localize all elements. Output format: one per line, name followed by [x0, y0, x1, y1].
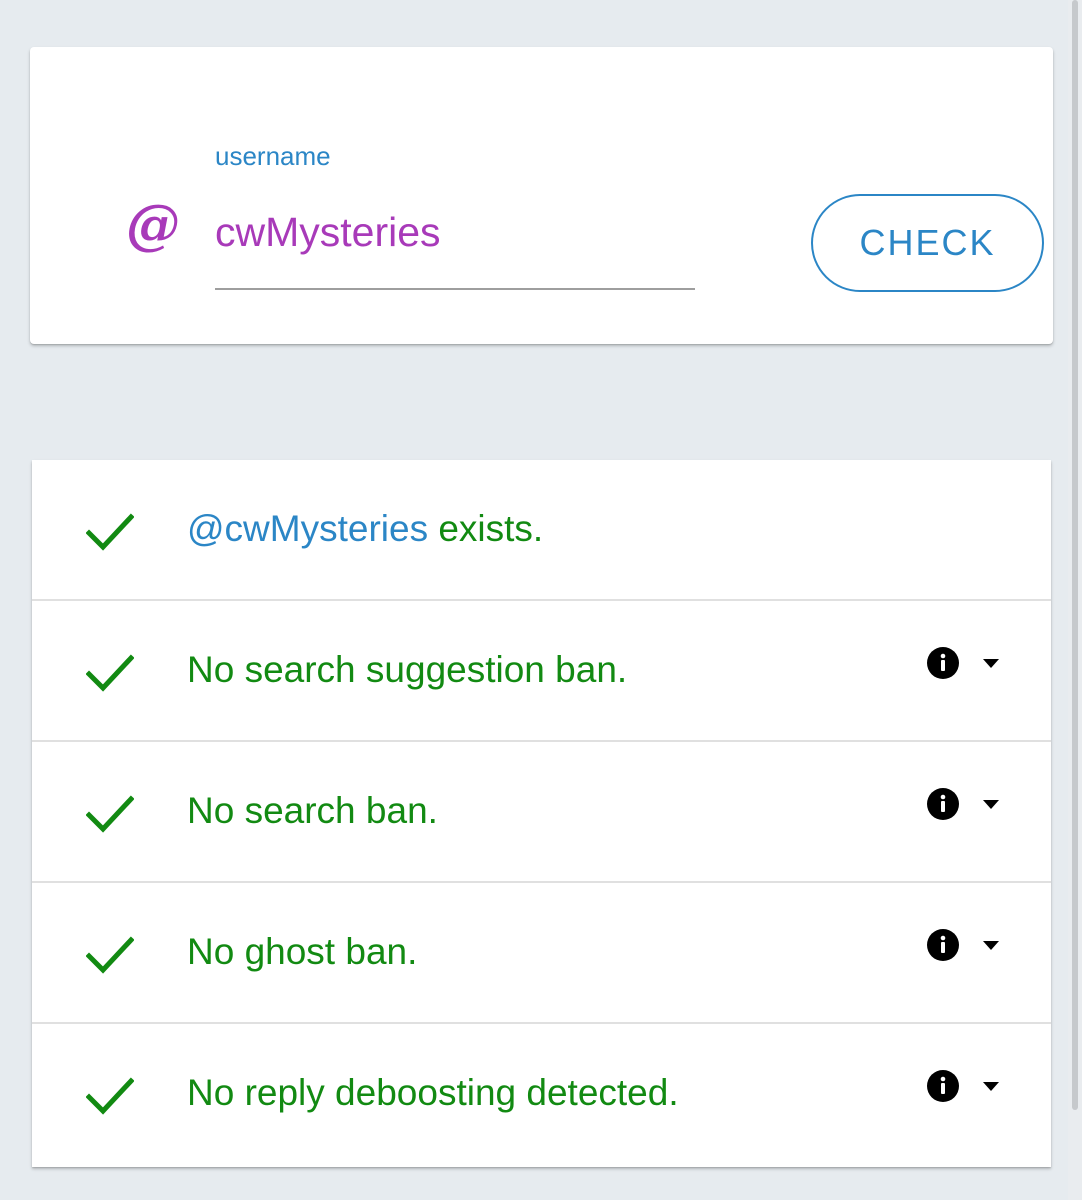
username-check-card: @ username CHECK [30, 47, 1053, 344]
result-text-ghost-ban: No ghost ban. [187, 931, 418, 972]
info-icon[interactable] [927, 1070, 959, 1102]
result-text-search-suggestion-ban: No search suggestion ban. [187, 649, 628, 690]
result-text-exists: @cwMysteries exists. [187, 508, 543, 550]
result-row-reply-deboosting: No reply deboosting detected. [32, 1024, 1051, 1165]
scrollbar-thumb[interactable] [1072, 0, 1078, 1110]
chevron-down-icon[interactable] [983, 1082, 999, 1091]
check-icon [86, 936, 134, 974]
exists-text: exists. [428, 508, 544, 549]
input-underline [215, 288, 695, 290]
check-icon [86, 654, 134, 692]
username-input[interactable] [215, 207, 695, 257]
result-text-reply-deboosting: No reply deboosting detected. [187, 1072, 679, 1113]
result-row-ghost-ban: No ghost ban. [32, 883, 1051, 1024]
chevron-down-icon[interactable] [983, 941, 999, 950]
check-icon [86, 795, 134, 833]
chevron-down-icon[interactable] [983, 659, 999, 668]
scrollbar-track[interactable] [1068, 0, 1082, 1200]
info-icon[interactable] [927, 647, 959, 679]
chevron-down-icon[interactable] [983, 800, 999, 809]
result-row-search-ban: No search ban. [32, 742, 1051, 883]
results-card: @cwMysteries exists. No search suggestio… [32, 460, 1051, 1167]
at-sign-icon: @ [126, 192, 180, 256]
result-row-exists: @cwMysteries exists. [32, 460, 1051, 601]
username-label: username [215, 141, 331, 171]
username-handle: @cwMysteries [187, 508, 429, 549]
result-row-search-suggestion-ban: No search suggestion ban. [32, 601, 1051, 742]
check-icon [86, 513, 134, 551]
check-button[interactable]: CHECK [811, 194, 1044, 292]
result-text-search-ban: No search ban. [187, 790, 438, 831]
check-icon [86, 1077, 134, 1115]
info-icon[interactable] [927, 788, 959, 820]
info-icon[interactable] [927, 929, 959, 961]
